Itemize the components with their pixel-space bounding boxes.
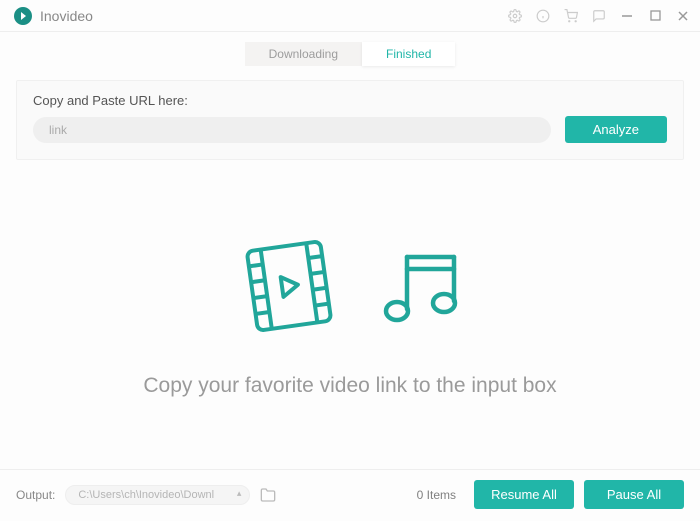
title-bar-right bbox=[508, 9, 690, 23]
resume-all-button[interactable]: Resume All bbox=[474, 480, 574, 509]
output-label: Output: bbox=[16, 488, 55, 502]
app-name: Inovideo bbox=[40, 8, 93, 24]
app-logo-icon bbox=[14, 7, 32, 25]
minimize-icon[interactable] bbox=[620, 9, 634, 23]
tabs: Downloading Finished bbox=[0, 32, 700, 72]
url-label: Copy and Paste URL here: bbox=[33, 93, 667, 108]
tab-downloading[interactable]: Downloading bbox=[245, 42, 362, 66]
tab-finished[interactable]: Finished bbox=[362, 42, 455, 66]
cart-icon[interactable] bbox=[564, 9, 578, 23]
empty-state: Copy your favorite video link to the inp… bbox=[0, 160, 700, 469]
music-icon bbox=[372, 239, 467, 339]
empty-art bbox=[234, 231, 467, 346]
film-icon bbox=[234, 231, 344, 346]
title-bar-left: Inovideo bbox=[14, 7, 93, 25]
analyze-button[interactable]: Analyze bbox=[565, 116, 667, 143]
item-count: 0 Items bbox=[417, 488, 456, 502]
url-row: Analyze bbox=[33, 116, 667, 143]
feedback-icon[interactable] bbox=[592, 9, 606, 23]
output-path-select[interactable]: C:\Users\ch\Inovideo\Downl bbox=[65, 485, 250, 505]
url-panel: Copy and Paste URL here: Analyze bbox=[16, 80, 684, 160]
title-bar: Inovideo bbox=[0, 0, 700, 32]
footer: Output: C:\Users\ch\Inovideo\Downl 0 Ite… bbox=[0, 469, 700, 521]
url-input[interactable] bbox=[33, 117, 551, 143]
close-icon[interactable] bbox=[676, 9, 690, 23]
info-icon[interactable] bbox=[536, 9, 550, 23]
maximize-icon[interactable] bbox=[648, 9, 662, 23]
empty-message: Copy your favorite video link to the inp… bbox=[143, 374, 556, 398]
settings-icon[interactable] bbox=[508, 9, 522, 23]
open-folder-icon[interactable] bbox=[260, 487, 276, 503]
pause-all-button[interactable]: Pause All bbox=[584, 480, 684, 509]
